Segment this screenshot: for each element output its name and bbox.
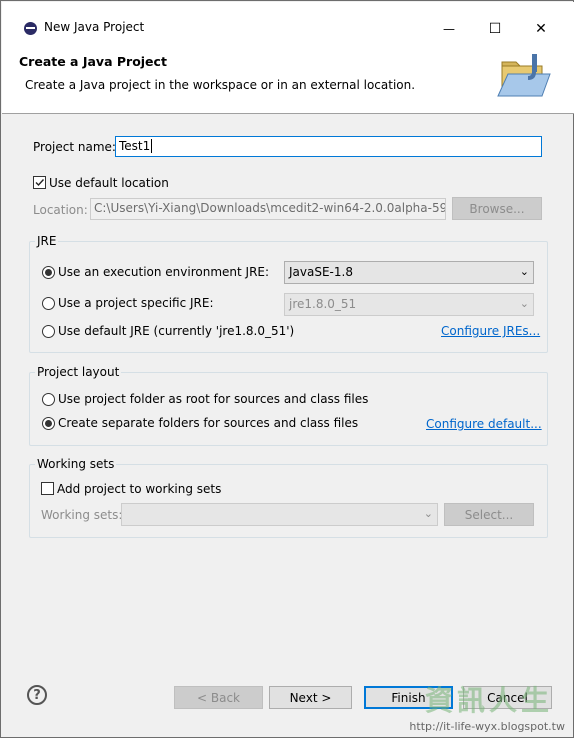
default-location-label[interactable]: Use default location	[49, 176, 169, 190]
configure-default-link[interactable]: Configure default...	[426, 417, 542, 431]
specific-jre-value: jre1.8.0_51	[289, 297, 357, 311]
chevron-down-icon: ⌄	[519, 265, 529, 278]
select-working-sets-button[interactable]: Select...	[444, 503, 534, 526]
close-button[interactable]: ✕	[518, 14, 564, 44]
working-sets-select[interactable]: ⌄	[121, 503, 438, 526]
wizard-description: Create a Java project in the workspace o…	[25, 78, 416, 92]
location-label: Location:	[33, 203, 88, 217]
location-input[interactable]: C:\Users\Yi-Xiang\Downloads\mcedit2-win6…	[90, 198, 446, 220]
project-name-value: Test1	[119, 139, 151, 153]
java-folder-icon	[497, 54, 551, 97]
title-bar: New Java Project — ☐ ✕	[2, 2, 574, 44]
jre-default-label[interactable]: Use default JRE (currently 'jre1.8.0_51'…	[58, 324, 294, 338]
working-sets-title: Working sets	[35, 457, 117, 471]
wizard-header: Create a Java Project Create a Java proj…	[2, 44, 574, 114]
browse-button[interactable]: Browse...	[452, 197, 542, 220]
wizard-title: Create a Java Project	[19, 54, 167, 69]
exec-env-value: JavaSE-1.8	[289, 265, 353, 279]
minimize-button[interactable]: —	[426, 14, 472, 44]
next-button[interactable]: Next >	[269, 686, 352, 709]
checkmark-icon	[35, 179, 45, 187]
project-name-input[interactable]: Test1	[115, 136, 542, 157]
layout-root-radio[interactable]	[42, 393, 55, 406]
working-sets-group	[29, 464, 548, 538]
window-title: New Java Project	[44, 20, 145, 34]
chevron-down-icon: ⌄	[423, 507, 433, 520]
chevron-down-icon: ⌄	[519, 297, 529, 310]
dialog-window: New Java Project — ☐ ✕ Create a Java Pro…	[0, 0, 574, 738]
maximize-button[interactable]: ☐	[472, 14, 518, 44]
add-working-sets-checkbox[interactable]	[41, 482, 54, 495]
jre-exec-env-radio[interactable]	[42, 266, 55, 279]
working-sets-label: Working sets:	[41, 508, 123, 522]
add-working-sets-label[interactable]: Add project to working sets	[57, 482, 221, 496]
maximize-icon: ☐	[488, 21, 502, 37]
default-location-checkbox[interactable]	[33, 176, 46, 189]
project-layout-group	[29, 372, 548, 446]
layout-root-label[interactable]: Use project folder as root for sources a…	[58, 392, 368, 406]
configure-jres-link[interactable]: Configure JREs...	[441, 324, 540, 338]
layout-separate-radio[interactable]	[42, 417, 55, 430]
project-layout-title: Project layout	[35, 365, 122, 379]
exec-env-select[interactable]: JavaSE-1.8 ⌄	[284, 261, 534, 284]
specific-jre-select[interactable]: jre1.8.0_51 ⌄	[284, 293, 534, 316]
jre-specific-label[interactable]: Use a project specific JRE:	[58, 296, 214, 310]
jre-specific-radio[interactable]	[42, 297, 55, 310]
project-name-label: Project name:	[33, 140, 116, 154]
jre-group-title: JRE	[35, 234, 59, 248]
eclipse-icon	[24, 22, 37, 35]
jre-exec-env-label[interactable]: Use an execution environment JRE:	[58, 265, 269, 279]
layout-separate-label[interactable]: Create separate folders for sources and …	[58, 416, 358, 430]
help-icon[interactable]: ?	[27, 685, 47, 705]
close-icon: ✕	[535, 21, 547, 37]
back-button[interactable]: < Back	[174, 686, 263, 709]
jre-default-radio[interactable]	[42, 325, 55, 338]
watermark-url: http://it-life-wyx.blogspot.tw	[409, 720, 565, 733]
minimize-icon: —	[443, 22, 455, 36]
watermark-text: 資訊人生	[424, 684, 553, 717]
